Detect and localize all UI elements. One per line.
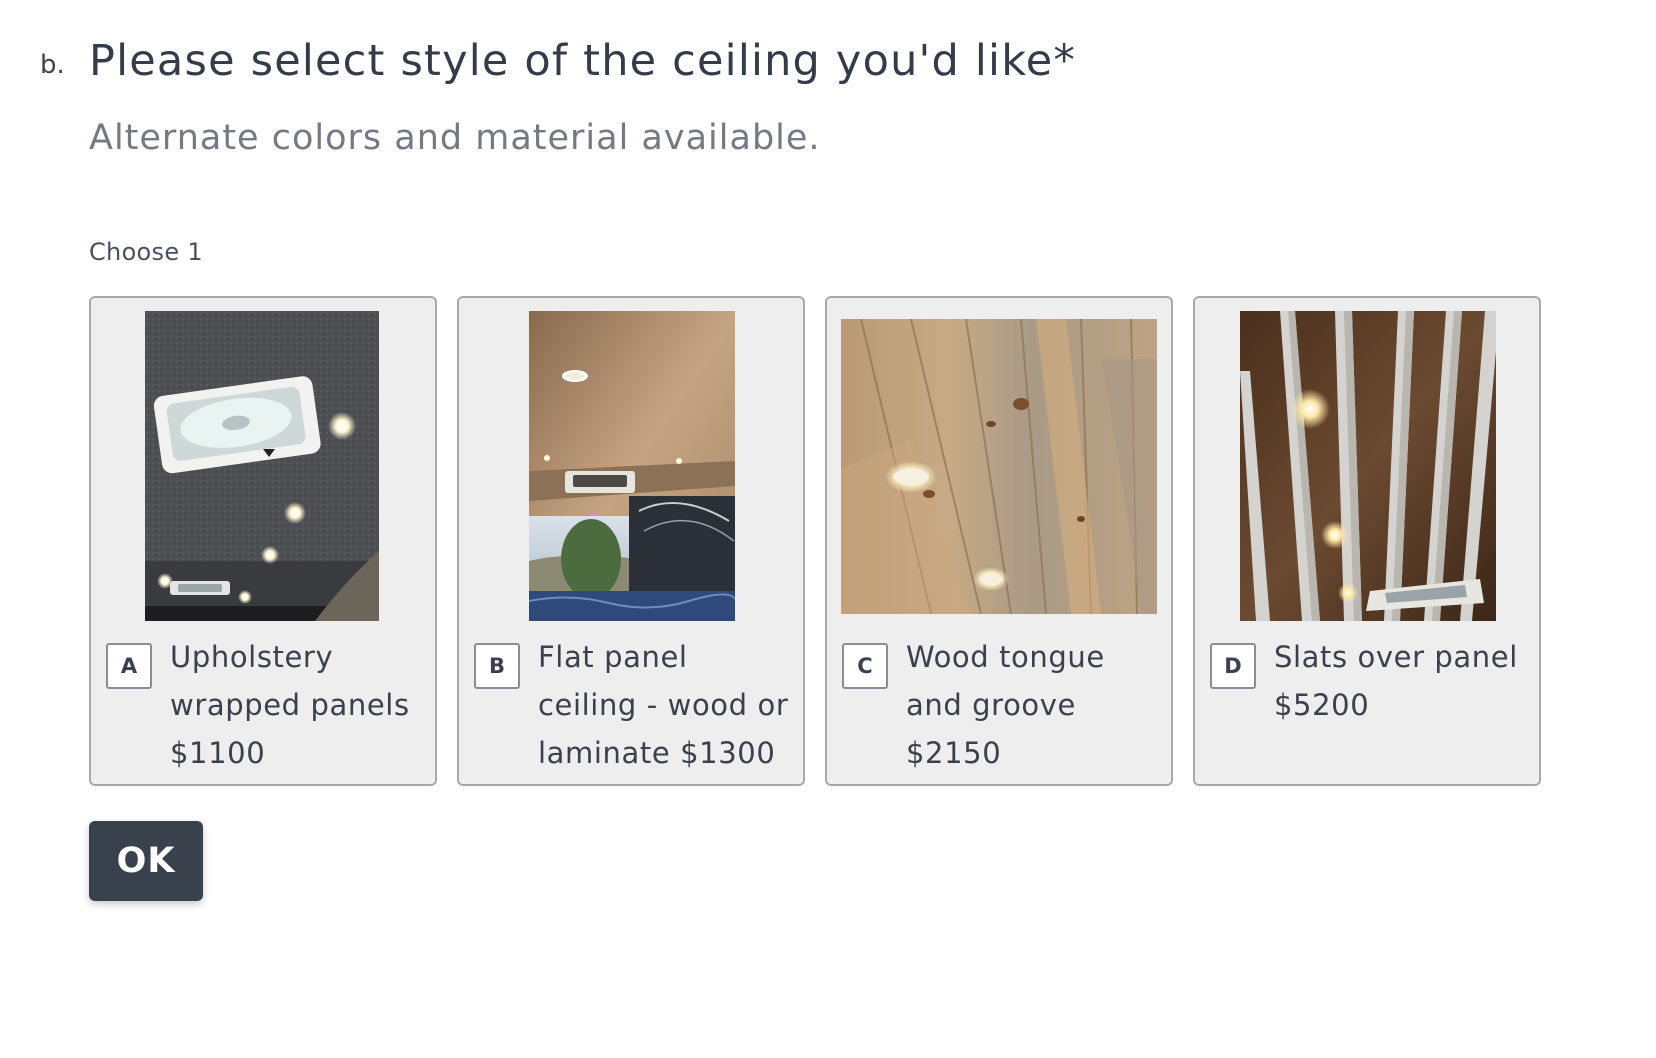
question-subtitle: Alternate colors and material available. (89, 118, 821, 158)
question-number: b. (40, 50, 65, 80)
choice-list: A Upholstery wrapped panels $1100 B Flat… (89, 296, 1559, 790)
question-title: Please select style of the ceiling you'd… (89, 36, 1077, 86)
slats-over-panel-ceiling-image (1240, 311, 1496, 621)
flat-panel-ceiling-image (529, 311, 735, 621)
choose-hint: Choose 1 (89, 238, 203, 266)
choice-d[interactable]: D Slats over panel $5200 (1193, 296, 1541, 786)
choice-c[interactable]: C Wood tongue and groove $2150 (825, 296, 1173, 786)
choice-label-d: Slats over panel $5200 (1274, 640, 1518, 722)
ok-button[interactable]: OK (89, 821, 203, 901)
choice-label-b: Flat panel ceiling - wood or laminate $1… (538, 640, 789, 770)
choice-key-d: D (1210, 643, 1256, 689)
choice-label-a: Upholstery wrapped panels $1100 (170, 640, 410, 770)
wood-tongue-groove-ceiling-image (841, 319, 1157, 614)
choice-b[interactable]: B Flat panel ceiling - wood or laminate … (457, 296, 805, 786)
choice-key-c: C (842, 643, 888, 689)
choice-key-a: A (106, 643, 152, 689)
choice-label-c: Wood tongue and groove $2150 (906, 640, 1105, 770)
choice-key-b: B (474, 643, 520, 689)
upholstery-ceiling-image (145, 311, 379, 621)
choice-a[interactable]: A Upholstery wrapped panels $1100 (89, 296, 437, 786)
